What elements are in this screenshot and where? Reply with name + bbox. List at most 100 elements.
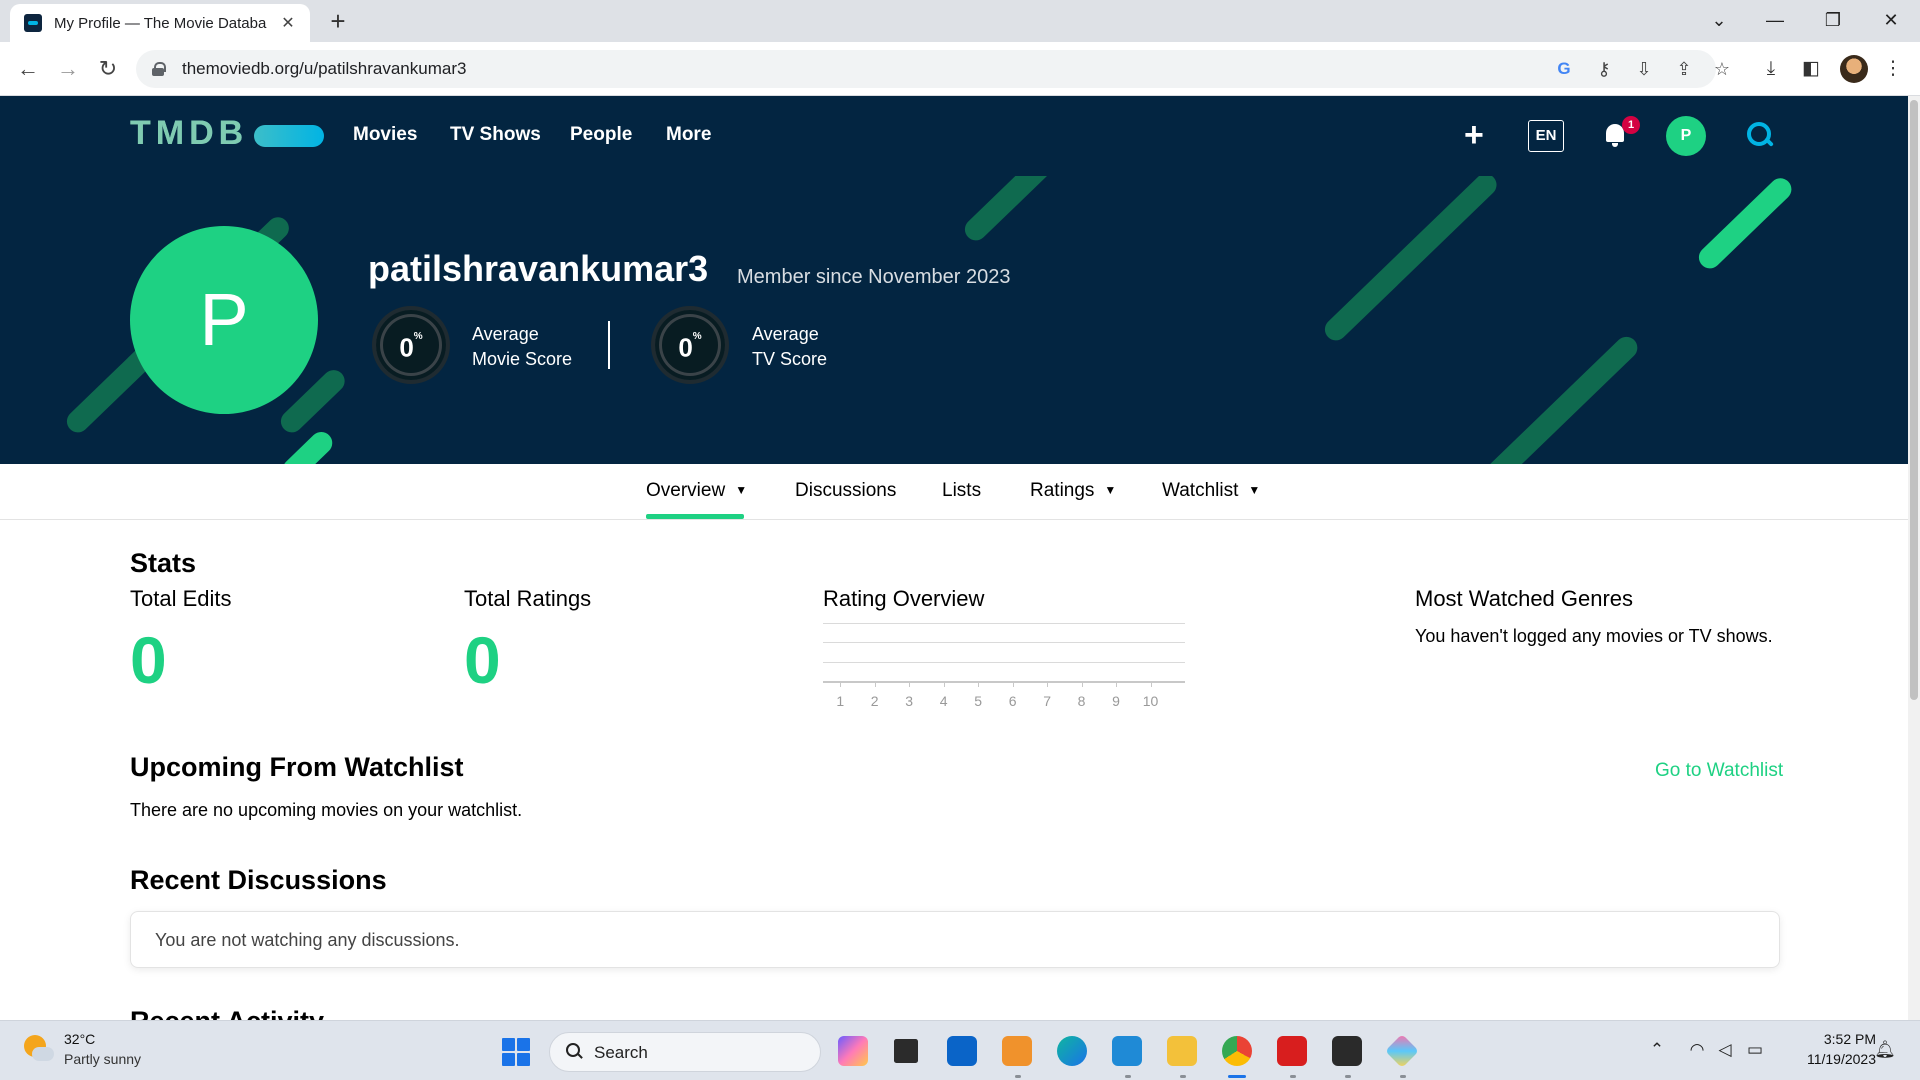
rating-tick [1081,681,1083,687]
forward-button[interactable]: → [52,53,84,85]
tab-ratings-label: Ratings [1030,480,1095,501]
mail-icon[interactable] [947,1036,977,1066]
tmdb-favicon-icon [24,14,42,32]
back-button[interactable]: ← [12,53,44,85]
weather-partly-sunny-icon[interactable] [24,1035,54,1065]
tab-watchlist[interactable]: Watchlist ▼ [1162,480,1260,502]
header-user-avatar[interactable]: P [1666,116,1706,156]
close-tab-icon[interactable]: ✕ [278,13,298,33]
page-scrollbar[interactable] [1908,96,1920,1020]
decor-stripe [278,427,337,464]
browser-tab[interactable]: My Profile — The Movie Databa ✕ [10,4,310,42]
rating-tick [874,681,876,687]
install-app-icon[interactable]: ⇩ [1632,58,1656,80]
profile-avatar[interactable]: P [130,226,318,414]
tv-score-unit: % [692,331,702,342]
sublime-text-icon[interactable] [1002,1036,1032,1066]
total-ratings-label: Total Ratings [464,586,592,611]
chevron-up-icon[interactable]: ⌃ [1646,1039,1668,1061]
movie-score-unit: % [413,331,423,342]
movie-score-label: Average Movie Score [472,322,572,372]
tab-title: My Profile — The Movie Databa [54,14,267,32]
minimize-button[interactable]: — [1760,6,1790,34]
member-since-text: Member since November 2023 [737,266,1011,288]
share-icon[interactable]: ⇪ [1672,58,1696,80]
tab-search-icon[interactable]: ⌄ [1704,6,1734,34]
site-header: TMDB Movies TV Shows People More + EN 1 … [0,96,1908,176]
scrollbar-thumb[interactable] [1910,100,1918,700]
taskbar-search[interactable]: Search [549,1032,821,1072]
acrobat-icon[interactable] [1277,1036,1307,1066]
tv-score-label-line2: TV Score [752,349,828,369]
movie-score-label-line2: Movie Score [472,349,573,369]
profile-subnav: Overview ▼ Discussions Lists Ratings ▼ Wat… [0,464,1908,520]
clock-time[interactable]: 3:52 PM [1776,1031,1876,1047]
tab-lists[interactable]: Lists [942,480,981,502]
nav-people[interactable]: People [570,124,632,146]
search-icon[interactable] [1747,122,1775,150]
profile-banner: P patilshravankumar3 Member since Novemb… [0,176,1908,464]
active-app-indicator [1228,1075,1246,1078]
file-explorer-icon[interactable] [1167,1036,1197,1066]
downloads-icon[interactable]: ⤓ [1758,56,1784,82]
caret-down-icon: ▼ [1104,483,1117,497]
lock-icon[interactable] [152,62,166,76]
key-icon[interactable]: ⚷ [1592,58,1616,80]
new-tab-button[interactable]: + [324,7,352,35]
chart-gridline [823,662,1185,663]
weather-description[interactable]: Partly sunny [64,1051,141,1067]
notification-bell-icon[interactable]: 🔔︎ [1874,1039,1896,1061]
tab-discussions[interactable]: Discussions [795,480,896,502]
wifi-icon[interactable]: ◠ [1686,1039,1708,1061]
most-watched-genres-title: Most Watched Genres [1415,586,1634,611]
rating-tick-label: 1 [836,693,845,709]
rating-tick-label: 6 [1008,693,1017,709]
volume-icon[interactable]: ◁ [1714,1039,1736,1061]
nav-tv-shows[interactable]: TV Shows [450,124,541,146]
notification-count-badge: 1 [1622,116,1640,134]
chart-gridline [823,642,1185,643]
caret-down-icon: ▼ [735,483,748,497]
chrome-icon[interactable] [1222,1036,1252,1066]
vscode-icon[interactable] [1112,1036,1142,1066]
bookmark-star-icon[interactable]: ☆ [1710,58,1734,80]
google-icon[interactable]: G [1552,58,1576,80]
upcoming-empty-message: There are no upcoming movies on your wat… [130,800,523,820]
profile-username[interactable]: patilshravankumar3 [368,248,708,290]
nav-movies[interactable]: Movies [353,124,417,146]
menu-kebab-icon[interactable]: ⋮ [1880,56,1906,82]
rating-tick [1116,681,1118,687]
tab-ratings[interactable]: Ratings ▼ [1030,480,1116,502]
tmdb-logo[interactable]: TMDB [130,114,248,153]
weather-temperature[interactable]: 32°C [64,1031,95,1047]
app-icon[interactable] [1385,1034,1419,1068]
task-view-icon[interactable] [894,1039,918,1063]
go-to-watchlist-link[interactable]: Go to Watchlist [1655,760,1783,782]
movie-score-label-line1: Average [472,324,539,344]
rating-tick-label: 2 [870,693,879,709]
battery-icon[interactable]: ▭ [1744,1039,1766,1061]
clock-date[interactable]: 11/19/2023 [1776,1051,1876,1067]
rating-tick-label: 5 [974,693,983,709]
url-text[interactable]: themoviedb.org/u/patilshravankumar3 [182,59,466,79]
total-edits-value: 0 [130,623,167,697]
copilot-icon[interactable] [838,1036,868,1066]
language-button[interactable]: EN [1528,120,1564,152]
tab-overview[interactable]: Overview ▼ [646,480,747,502]
reload-button[interactable]: ↻ [92,53,124,85]
recent-activity-title: Recent Activity [130,1006,390,1020]
tmdb-logo-pill-icon[interactable] [254,125,324,147]
add-new-plus-icon[interactable]: + [1464,118,1484,152]
rating-tick [943,681,945,687]
address-bar[interactable]: themoviedb.org/u/patilshravankumar3 G ⚷ … [136,50,1730,88]
terminal-icon[interactable] [1332,1036,1362,1066]
maximize-button[interactable]: ❐ [1818,6,1848,34]
nav-more[interactable]: More [666,124,711,146]
side-panel-icon[interactable]: ◧ [1798,56,1824,82]
edge-icon[interactable] [1057,1036,1087,1066]
browser-profile-avatar[interactable] [1840,55,1868,83]
decor-stripe [1320,176,1502,345]
windows-start-icon[interactable] [502,1038,530,1066]
genres-empty-message: You haven't logged any movies or TV show… [1415,626,1773,646]
close-window-button[interactable]: ✕ [1876,6,1906,34]
